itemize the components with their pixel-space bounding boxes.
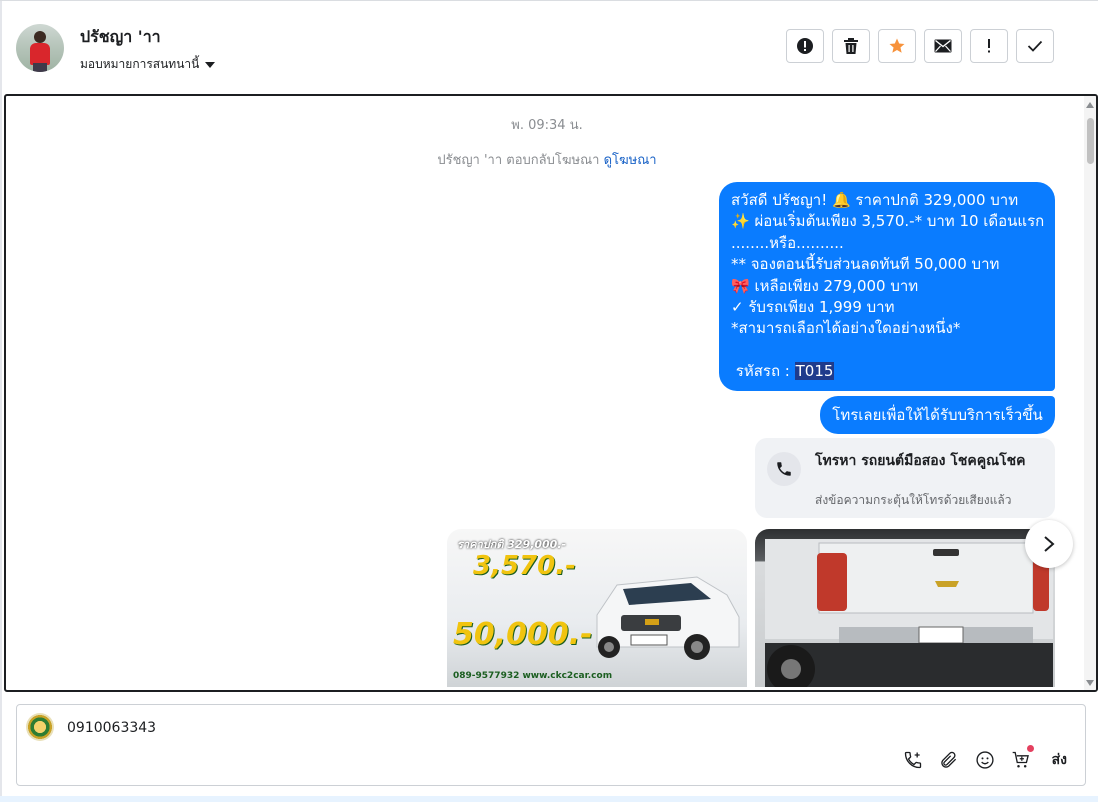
exclamation-icon: [988, 39, 990, 53]
phone-icon: [767, 452, 801, 486]
avatar-legs: [33, 63, 47, 72]
mark-unread-button[interactable]: [924, 29, 962, 63]
truck-front-illustration: [596, 576, 740, 660]
message-line: ✓ รับรถเพียง 1,999 บาท: [731, 298, 895, 317]
message-line: 🎀 เหลือเพียง 279,000 บาท: [731, 276, 919, 295]
view-ad-link[interactable]: ดูโฆษณา: [604, 153, 657, 168]
message-composer[interactable]: 0910063343 ส่ง: [16, 704, 1086, 786]
message-timestamp: พ. 09:34 น.: [511, 118, 583, 133]
paperclip-icon: [940, 751, 956, 768]
call-card[interactable]: โทรหา รถยนต์มือสอง โชคคูณโชค ส่งข้อความก…: [755, 438, 1055, 518]
phone-plus-icon: [904, 751, 921, 769]
truck-rear-image-card[interactable]: [755, 529, 1055, 687]
promo-image-card[interactable]: ราคาปกติ 329,000.- 3,570.- 50,000.- 089-…: [447, 529, 747, 687]
composer-tools: ส่ง: [902, 745, 1067, 771]
scrollbar-thumb[interactable]: [1087, 118, 1094, 164]
scroll-down-arrow[interactable]: [1086, 680, 1094, 686]
message-line: สวัสดี ปรัชญา! 🔔 ราคาปกติ 329,000 บาท: [731, 191, 1019, 209]
call-card-title: โทรหา รถยนต์มือสอง โชคคูณโชค: [815, 453, 1026, 469]
conversation-header: ปรัชญา 'าา มอบหมายการสนทนานี้: [0, 0, 1098, 94]
spam-button[interactable]: [786, 29, 824, 63]
notification-dot: [1026, 745, 1034, 752]
star-icon: [889, 38, 905, 53]
contact-name[interactable]: ปรัชญา 'าา: [80, 25, 161, 50]
left-divider: [0, 0, 2, 802]
done-button[interactable]: [1016, 29, 1054, 63]
conversation-panel[interactable]: พ. 09:34 น. ปรัชญา 'าา ตอบกลับโฆษณา ดูโฆ…: [4, 94, 1098, 692]
bottom-strip: [0, 796, 1098, 802]
chevron-right-icon: [1044, 536, 1055, 552]
caret-down-icon: [205, 61, 216, 68]
carousel-next-button[interactable]: [1025, 520, 1073, 568]
emoji-button[interactable]: [974, 749, 996, 771]
assign-label: มอบหมายการสนทนานี้: [80, 57, 200, 71]
star-button[interactable]: [878, 29, 916, 63]
message-line: *สามารถเลือกได้อย่างใดอย่างหนึ่ง*: [731, 319, 961, 338]
quick-reply-bubble[interactable]: โทรเลยเพื่อให้ได้รับบริการเร็วขึ้น: [820, 396, 1055, 434]
promo-footer-text: 089-9577932 www.ckc2car.com: [453, 671, 613, 681]
avatar-body: [30, 43, 50, 65]
avatar-head: [34, 31, 46, 43]
message-line: ** จองตอนนี้รับส่วนลดทันที 50,000 บาท: [731, 255, 1000, 274]
car-code-line: รหัสรถ : T015: [731, 361, 1043, 382]
add-call-button[interactable]: [902, 749, 924, 771]
delete-button[interactable]: [832, 29, 870, 63]
truck-rear-illustration: [765, 539, 1053, 687]
ad-reply-notice: ปรัชญา 'าา ตอบกลับโฆษณา ดูโฆษณา: [6, 149, 1088, 170]
promo-monthly-text: 3,570.-: [473, 551, 576, 581]
car-code-value: T015: [794, 362, 835, 381]
message-line: ........หรือ..........: [731, 233, 844, 252]
page-avatar: [26, 713, 54, 741]
outgoing-message-bubble[interactable]: สวัสดี ปรัชญา! 🔔 ราคาปกติ 329,000 บาท ✨ …: [719, 182, 1055, 391]
check-icon: [1027, 40, 1043, 52]
ad-reply-text: ปรัชญา 'าา ตอบกลับโฆษณา: [437, 153, 600, 168]
exclamation-circle-icon: [797, 38, 813, 54]
call-card-subtitle: ส่งข้อความกระตุ้นให้โทรด้วยเสียงแล้ว: [815, 493, 1012, 507]
header-actions: [786, 29, 1054, 63]
inbox-conversation-view: ปรัชญา 'าา มอบหมายการสนทนานี้ พ. 09:34 น…: [0, 0, 1098, 802]
message-line: ✨ ผ่อนเริ่มต้นเพียง 3,570.-* บาท 10 เดือ…: [731, 212, 1045, 231]
message-line: [731, 340, 1043, 361]
scrollbar[interactable]: [1084, 96, 1096, 690]
envelope-icon: [934, 39, 952, 53]
car-code-label: รหัสรถ :: [735, 362, 790, 381]
message-input[interactable]: 0910063343: [67, 720, 156, 736]
attach-button[interactable]: [938, 749, 960, 771]
assign-conversation-dropdown[interactable]: มอบหมายการสนทนานี้: [80, 55, 216, 74]
trash-icon: [844, 38, 858, 54]
smiley-icon: [976, 751, 994, 769]
follow-up-button[interactable]: [970, 29, 1008, 63]
scroll-up-arrow[interactable]: [1086, 102, 1094, 108]
shop-button[interactable]: [1010, 745, 1034, 771]
send-button[interactable]: ส่ง: [1052, 749, 1067, 771]
promo-discount-text: 50,000.-: [453, 617, 593, 652]
cart-icon: [1012, 751, 1029, 768]
contact-avatar[interactable]: [16, 24, 64, 72]
